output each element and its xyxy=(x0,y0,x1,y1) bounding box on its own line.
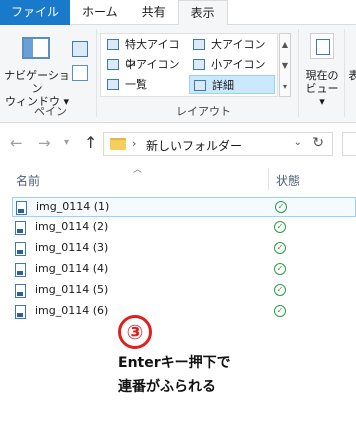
search-input[interactable] xyxy=(342,132,356,156)
layout-list[interactable]: 一覧 xyxy=(103,75,189,94)
small-icons-icon xyxy=(193,59,205,70)
details-icon xyxy=(194,80,206,91)
layout-item-label: 詳細 xyxy=(212,79,234,92)
ribbon-tabs: ファイル ホーム 共有 表示 xyxy=(0,0,356,26)
image-file-icon xyxy=(15,263,26,277)
large-icons-icon xyxy=(193,39,205,50)
navigation-pane-icon[interactable] xyxy=(22,37,50,59)
file-name: img_0114 (2) xyxy=(35,220,109,233)
file-row[interactable]: img_0114 (4) ✓ xyxy=(12,260,356,280)
file-row[interactable]: img_0114 (6) ✓ xyxy=(12,302,356,322)
layout-gallery: 特大アイコン 大アイコン 中アイコン 小アイコン 一覧 詳細 xyxy=(100,33,278,97)
forward-arrow-icon[interactable]: → xyxy=(38,134,51,152)
ribbon-separator xyxy=(298,29,299,117)
breadcrumb-chevron-icon[interactable]: › xyxy=(132,137,136,150)
file-row[interactable]: img_0114 (2) ✓ xyxy=(12,218,356,238)
sync-ok-icon: ✓ xyxy=(274,284,286,296)
medium-icons-icon xyxy=(107,59,119,70)
file-row[interactable]: img_0114 (3) ✓ xyxy=(12,239,356,259)
address-dropdown-icon[interactable]: ⌄ xyxy=(294,137,302,148)
show-hide-button[interactable]: 表 xyxy=(348,69,356,82)
column-headers: 名前 状態 xyxy=(0,168,356,190)
sync-ok-icon: ✓ xyxy=(274,242,286,254)
navigation-pane-label-line1: ナビゲーション xyxy=(4,69,70,95)
file-name: img_0114 (1) xyxy=(36,200,110,213)
current-view-label-line1: 現在の xyxy=(305,69,339,82)
sync-ok-icon: ✓ xyxy=(274,263,286,275)
sync-ok-icon: ✓ xyxy=(275,201,287,213)
layout-details[interactable]: 詳細 xyxy=(189,75,275,94)
tab-view[interactable]: 表示 xyxy=(177,0,228,26)
file-name: img_0114 (6) xyxy=(35,304,109,317)
scroll-down-icon[interactable]: ▼ xyxy=(280,55,290,76)
layout-group-label: レイアウト xyxy=(176,105,231,118)
sync-ok-icon: ✓ xyxy=(274,305,286,317)
tab-home[interactable]: ホーム xyxy=(70,0,130,25)
layout-gallery-scroll[interactable]: ▲ ▼ ▾ xyxy=(279,33,291,97)
folder-icon xyxy=(110,138,126,150)
scroll-up-icon[interactable]: ▲ xyxy=(280,34,290,55)
address-path: 新しいフォルダー xyxy=(146,139,243,153)
address-bar[interactable]: › 新しいフォルダー ⌄ ↻ xyxy=(103,132,333,156)
image-file-icon xyxy=(15,221,26,235)
image-file-icon xyxy=(15,242,26,256)
recent-locations-icon[interactable]: ▾ xyxy=(64,137,69,148)
image-file-icon xyxy=(15,305,26,319)
sort-by-icon[interactable] xyxy=(310,33,334,59)
layout-item-label: 小アイコン xyxy=(211,58,266,71)
tab-file[interactable]: ファイル xyxy=(0,0,71,25)
layout-medium-icons[interactable]: 中アイコン xyxy=(103,55,189,74)
gallery-expand-icon[interactable]: ▾ xyxy=(280,76,290,97)
image-file-icon xyxy=(15,284,26,298)
file-row[interactable]: img_0114 (1) ✓ xyxy=(12,197,356,217)
current-view-button[interactable]: 現在の ビュー ▾ xyxy=(302,69,342,108)
extra-large-icons-icon xyxy=(107,39,119,50)
ribbon-separator xyxy=(344,29,345,117)
column-header-status[interactable]: 状態 xyxy=(276,172,300,189)
column-header-name[interactable]: 名前 xyxy=(16,172,40,189)
tab-share[interactable]: 共有 xyxy=(130,0,178,25)
annotation-line-1: Enterキー押下で xyxy=(118,355,231,371)
navigation-bar: ← → ▾ ↑ › 新しいフォルダー ⌄ ↻ xyxy=(0,128,356,160)
layout-item-label: 一覧 xyxy=(125,78,147,91)
current-view-label-line2: ビュー ▾ xyxy=(305,82,339,108)
ribbon-panel: ナビゲーション ウィンドウ ▾ ペイン 特大アイコン 大アイコン 中アイコン 小… xyxy=(0,25,356,123)
layout-item-label: 中アイコン xyxy=(125,58,180,71)
layout-item-label: 大アイコン xyxy=(211,38,266,51)
preview-pane-icon[interactable] xyxy=(72,41,88,57)
file-name: img_0114 (3) xyxy=(35,241,109,254)
list-icon xyxy=(107,79,119,90)
file-row[interactable]: img_0114 (5) ✓ xyxy=(12,281,356,301)
pane-group-label: ペイン xyxy=(34,105,67,118)
back-arrow-icon[interactable]: ← xyxy=(10,134,23,152)
annotation-line-2: 連番がふられる xyxy=(118,379,216,395)
refresh-icon[interactable]: ↻ xyxy=(312,135,324,151)
step-number-badge: ③ xyxy=(118,315,152,349)
details-pane-icon[interactable] xyxy=(72,65,88,81)
file-name: img_0114 (5) xyxy=(35,283,109,296)
layout-small-icons[interactable]: 小アイコン xyxy=(189,55,275,74)
sync-ok-icon: ✓ xyxy=(274,221,286,233)
ribbon-separator xyxy=(96,29,97,117)
up-arrow-icon[interactable]: ↑ xyxy=(84,133,97,152)
image-file-icon xyxy=(16,201,27,215)
column-divider[interactable] xyxy=(268,168,269,190)
layout-large-icons[interactable]: 大アイコン xyxy=(189,35,275,54)
layout-extra-large-icons[interactable]: 特大アイコン xyxy=(103,35,189,70)
file-name: img_0114 (4) xyxy=(35,262,109,275)
